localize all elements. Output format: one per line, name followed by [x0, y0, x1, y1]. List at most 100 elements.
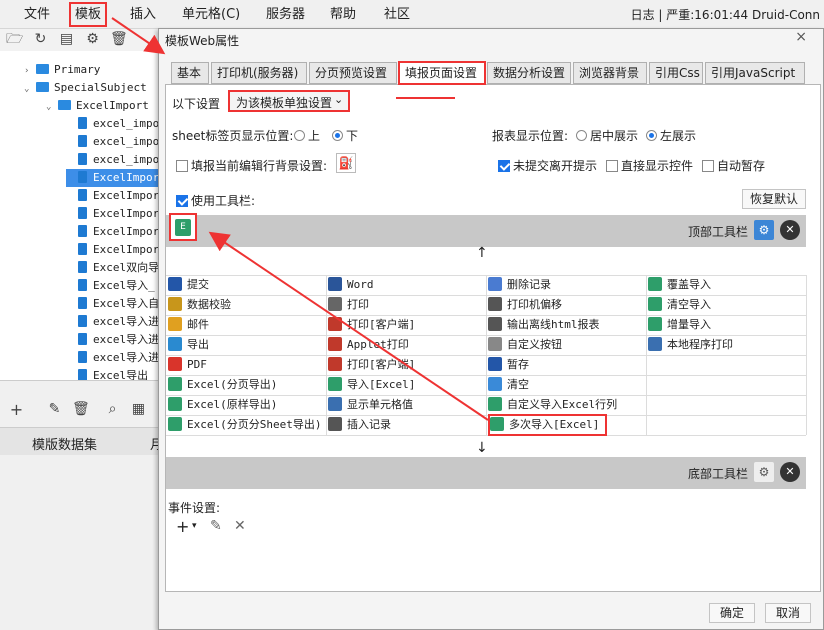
tab-7[interactable]: 引用JavaScript: [705, 62, 805, 84]
tree-file[interactable]: Excel导入_: [66, 277, 160, 295]
close-icon[interactable]: ×: [795, 29, 807, 45]
tree-file[interactable]: ExcelImpor: [66, 205, 160, 223]
toolbar-button-option[interactable]: 显示单元格值: [328, 395, 413, 415]
tree-file[interactable]: Excel导入自: [66, 295, 160, 313]
toolbar-button-option[interactable]: PDF: [168, 355, 207, 375]
cancel-button[interactable]: 取消: [765, 603, 811, 623]
sheet-position-top[interactable]: 上: [294, 127, 320, 144]
gear-icon[interactable]: ⚙: [754, 462, 774, 482]
tree-file[interactable]: excel导入进: [66, 331, 160, 349]
report-position-left[interactable]: 左展示: [646, 127, 696, 144]
tree-file[interactable]: excel导入进: [66, 349, 160, 367]
toolbar-button-option[interactable]: Excel(分页导出): [168, 375, 277, 395]
toolbar-button-option[interactable]: Excel(原样导出): [168, 395, 277, 415]
toolbar-button-option[interactable]: Excel(分页分Sheet导出): [168, 415, 321, 435]
tab-3[interactable]: 填报页面设置: [398, 61, 486, 85]
toolbar-button-option[interactable]: 本地程序打印: [648, 335, 733, 355]
tree-folder[interactable]: › Primary: [24, 61, 160, 79]
add-icon[interactable]: +: [8, 401, 25, 418]
tab-template-dataset[interactable]: 模版数据集: [32, 434, 97, 453]
auto-save[interactable]: 自动暂存: [702, 157, 765, 174]
tab-2[interactable]: 分页预览设置: [309, 62, 397, 84]
menu-community[interactable]: 社区: [384, 5, 410, 25]
direct-show-control[interactable]: 直接显示控件: [606, 157, 693, 174]
toolbar-button-option[interactable]: 插入记录: [328, 415, 391, 435]
tab-0[interactable]: 基本: [171, 62, 209, 84]
gear-icon[interactable]: ⚙: [754, 220, 774, 240]
menu-server[interactable]: 服务器: [266, 5, 305, 25]
menu-insert[interactable]: 插入: [130, 5, 156, 25]
menu-template[interactable]: 模板: [69, 2, 108, 27]
toolbar-button-option[interactable]: 导出: [168, 335, 209, 355]
unsubmitted-prompt[interactable]: 未提交离开提示: [498, 157, 597, 174]
setting-select[interactable]: 为该模板单独设置 ⌄: [228, 90, 350, 112]
tree-file[interactable]: Excel导出_: [66, 367, 160, 380]
toolbar-button-option[interactable]: 覆盖导入: [648, 275, 711, 295]
delete-icon[interactable]: ✕: [234, 518, 246, 534]
toolbar-button-option[interactable]: 数据校验: [168, 295, 231, 315]
tree-file[interactable]: excel_impo: [66, 115, 160, 133]
tree-item-label: ExcelImport: [76, 99, 149, 112]
tab-6[interactable]: 引用Css: [649, 62, 703, 84]
toolbar-button-option[interactable]: 打印: [328, 295, 369, 315]
toolbar-button-option[interactable]: 多次导入[Excel]: [488, 414, 608, 436]
restore-default-button[interactable]: 恢复默认: [742, 189, 806, 209]
tree-file[interactable]: excel导入进: [66, 313, 160, 331]
menu-cell[interactable]: 单元格(C): [182, 5, 240, 25]
menu-file[interactable]: 文件: [24, 5, 50, 25]
tree-folder[interactable]: ⌄ ExcelImport: [46, 97, 160, 115]
tree-file[interactable]: Excel双向导: [66, 259, 160, 277]
toolbar-button-option[interactable]: 自定义按钮: [488, 335, 562, 355]
toolbar-button-option[interactable]: 提交: [168, 275, 209, 295]
toolbar-button-option[interactable]: 增量导入: [648, 315, 711, 335]
settings-icon[interactable]: ⚙: [84, 31, 101, 48]
edit-icon[interactable]: ✎: [46, 401, 63, 418]
toolbar-button-option[interactable]: 导入[Excel]: [328, 375, 415, 395]
fill-bg-setting[interactable]: 填报当前编辑行背景设置:: [176, 157, 327, 174]
chevron-down-icon: ▾: [192, 521, 197, 531]
tab-4[interactable]: 数据分析设置: [487, 62, 571, 84]
tree-folder[interactable]: ⌄ SpecialSubject: [24, 79, 160, 97]
tree-file[interactable]: ExcelImpor: [66, 241, 160, 259]
sheet-position-bottom[interactable]: 下: [332, 127, 358, 144]
toolbar-button-option[interactable]: 打印[客户端]: [328, 355, 415, 375]
folder-open-icon[interactable]: 🗁: [6, 31, 23, 48]
ok-button[interactable]: 确定: [709, 603, 755, 623]
toolbar-button-option[interactable]: Word: [328, 275, 374, 295]
arrow-up-icon[interactable]: ↑: [476, 245, 488, 261]
arrow-down-icon[interactable]: ↓: [476, 440, 488, 456]
toolbar-button-option[interactable]: 自定义导入Excel行列: [488, 395, 617, 415]
close-icon[interactable]: ✕: [780, 220, 800, 240]
toolbar-button-option[interactable]: 打印[客户端]: [328, 315, 415, 335]
tree-file[interactable]: ExcelImpor: [66, 223, 160, 241]
toolbar-button-option[interactable]: Applet打印: [328, 335, 409, 355]
tree-file[interactable]: excel_impo: [66, 133, 160, 151]
edit-icon[interactable]: ✎: [210, 518, 222, 534]
file-icon: [78, 189, 87, 201]
tree-file[interactable]: ExcelImpor: [66, 169, 160, 187]
menu-help[interactable]: 帮助: [330, 5, 356, 25]
template-icon[interactable]: ▤: [58, 31, 75, 48]
tree-file[interactable]: excel_impo: [66, 151, 160, 169]
close-icon[interactable]: ✕: [780, 462, 800, 482]
toolbar-button-option[interactable]: 暂存: [488, 355, 529, 375]
tab-1[interactable]: 打印机(服务器): [211, 62, 307, 84]
use-toolbar-checkbox[interactable]: 使用工具栏:: [176, 192, 255, 209]
dataset-icon[interactable]: ▦: [130, 401, 147, 418]
preview-icon[interactable]: ⌕: [104, 401, 121, 418]
report-position-center[interactable]: 居中展示: [576, 127, 638, 144]
toolbar-button-option[interactable]: 输出离线html报表: [488, 315, 600, 335]
toolbar-button-option[interactable]: 清空导入: [648, 295, 711, 315]
toolbar-button-option[interactable]: 删除记录: [488, 275, 551, 295]
paint-bucket-icon[interactable]: ⛽: [336, 153, 356, 173]
toolbar-button-option[interactable]: 邮件: [168, 315, 209, 335]
delete-icon[interactable]: 🗑: [110, 31, 128, 48]
refresh-icon[interactable]: ↻: [32, 31, 49, 48]
add-icon[interactable]: +: [176, 517, 189, 536]
delete-icon[interactable]: 🗑: [72, 401, 90, 418]
tab-5[interactable]: 浏览器背景: [573, 62, 647, 84]
toolbar-button-option[interactable]: 打印机偏移: [488, 295, 562, 315]
toolbar-item-multi-import[interactable]: E: [169, 213, 197, 241]
tree-file[interactable]: ExcelImpor: [66, 187, 160, 205]
toolbar-button-option[interactable]: 清空: [488, 375, 529, 395]
